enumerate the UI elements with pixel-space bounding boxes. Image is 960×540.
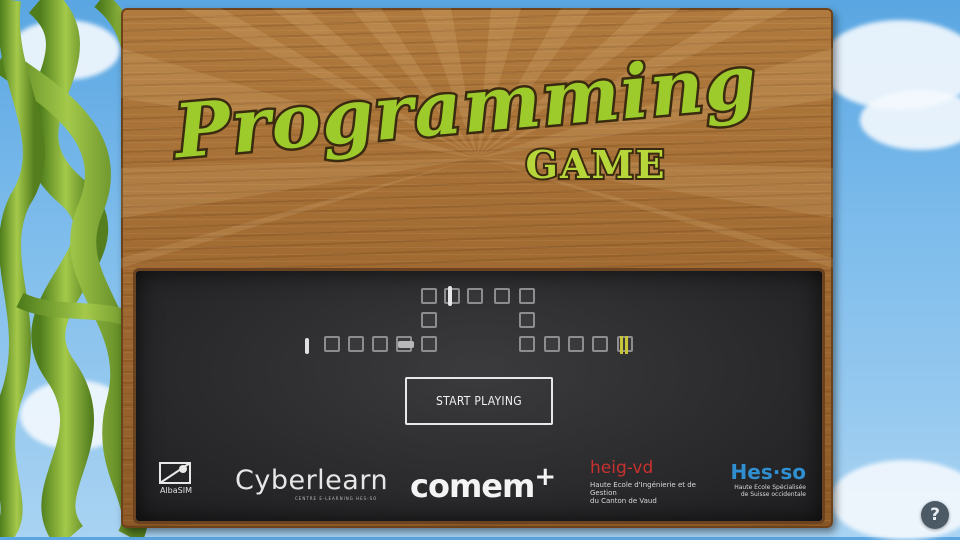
title-sub: GAME (526, 142, 667, 187)
path-tile (519, 312, 535, 328)
path-tile (421, 312, 437, 328)
cyberlearn-wordmark: Cyberlearn (235, 465, 389, 496)
game-title: Programming GAME (167, 60, 763, 189)
comem-logo[interactable]: comem+ (410, 462, 560, 505)
hes-so-wordmark: Hes·so (730, 460, 806, 484)
albasim-label: AlbaSIM (159, 486, 192, 495)
path-tile (519, 288, 535, 304)
path-tile (348, 336, 364, 352)
cloud (830, 460, 960, 540)
cyberlearn-tagline: CENTRE E-LEARNING HES-SO (295, 496, 378, 501)
cyberlearn-logo[interactable]: Cyberlearn CENTRE E-LEARNING HES-SO (235, 465, 389, 506)
start-playing-label: START PLAYING (436, 394, 522, 408)
cyberlearn-text: Cyberlearn (235, 465, 389, 496)
hes-so-line2: de Suisse occidentale (740, 491, 806, 498)
heig-vd-wordmark: heig-vd (590, 458, 654, 478)
comem-plus: + (534, 462, 557, 492)
path-tile (421, 336, 437, 352)
path-tile (372, 336, 388, 352)
path-tile (568, 336, 584, 352)
path-tile (519, 336, 535, 352)
albasim-emblem (159, 462, 191, 484)
start-playing-button[interactable]: START PLAYING (405, 377, 553, 425)
path-tile (324, 336, 340, 352)
hes-so-line1: Haute Ecole Spécialisée (734, 484, 806, 491)
enemy-character-icon (448, 286, 452, 306)
heig-vd-line1: Haute Ecole d'Ingénierie et de Gestion (590, 481, 696, 497)
question-icon: ? (930, 505, 940, 525)
path-tile (592, 336, 608, 352)
goal-flag-icon (620, 336, 628, 354)
help-button[interactable]: ? (921, 501, 949, 529)
comem-text: comem (410, 467, 535, 505)
albasim-logo[interactable]: AlbaSIM (156, 460, 196, 498)
cannon-icon (398, 341, 414, 348)
cloud (860, 90, 960, 150)
title-main: Programming (169, 60, 760, 176)
path-tile (444, 288, 460, 304)
path-tile (544, 336, 560, 352)
path-tile (421, 288, 437, 304)
hes-so-logo[interactable]: Hes·so Haute Ecole Spécialisée de Suisse… (722, 460, 806, 504)
path-tile (494, 288, 510, 304)
path-tile (467, 288, 483, 304)
player-character-icon (305, 338, 309, 354)
heig-vd-line2: du Canton de Vaud (590, 497, 657, 505)
heig-vd-logo[interactable]: heig-vd Haute Ecole d'Ingénierie et de G… (590, 458, 720, 505)
